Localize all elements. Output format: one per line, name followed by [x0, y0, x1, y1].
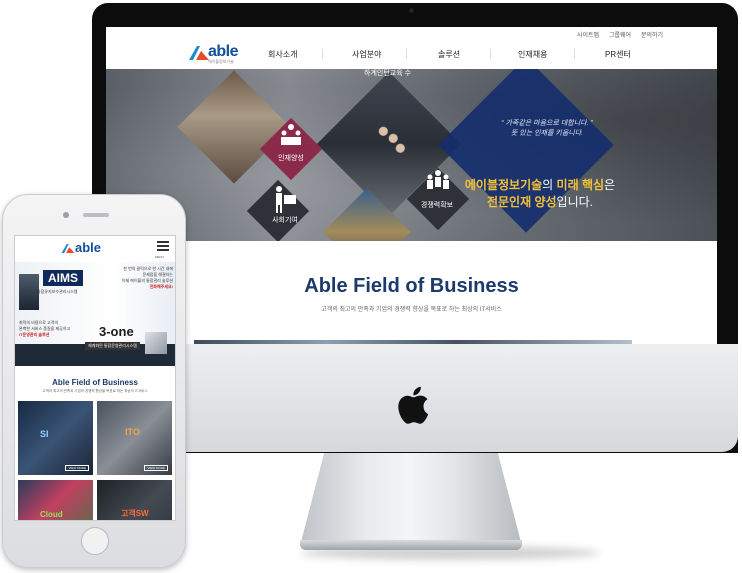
iphone-frame: able MENU AIMS 통합유지보수관리시스템 한 번의 클릭으로 한 시…: [2, 194, 186, 568]
apple-logo-icon: [398, 386, 429, 424]
promo-line-3: 이제 에이블의 통합관리 솔루션: [121, 278, 173, 283]
hero-banner: 하계인턴교육 수 인재양성 사회기여 경쟁력확보 “ 가족같은 마음으로 대합니…: [106, 69, 717, 241]
logo-subtext: 에이블정보기술: [208, 59, 234, 64]
imac-stand: [300, 452, 522, 546]
tile-ito[interactable]: ITO VIEW MORE: [97, 401, 172, 475]
aims-subtitle: 통합유지보수관리시스템: [37, 289, 78, 294]
tile-label: Cloud: [40, 510, 63, 519]
quote-line-2: 뜻 있는 인재를 키웁니다.: [510, 130, 584, 137]
mobile-logo-mark-icon: [61, 244, 75, 253]
business-thumbnails-strip: [194, 340, 632, 344]
banner-left-text: 최적의 비용으로 고객의 완벽한 서비스 품질을 제공하고 IT운영관리 솔루션: [19, 320, 70, 338]
nav-divider: [490, 49, 491, 59]
contribution-label: 사회기여: [272, 217, 298, 224]
people-podium-icon: [281, 124, 301, 145]
banner-sign-text: 하계인턴교육 수: [364, 70, 412, 77]
phone-speaker: [83, 213, 109, 217]
phone-camera: [63, 212, 69, 218]
quote-close-icon: ”: [588, 120, 593, 127]
talent-label: 인재양성: [278, 155, 304, 162]
headline-particle-2: 은: [604, 178, 616, 192]
contact-link[interactable]: 문의하기: [641, 30, 663, 39]
mobile-section-subtitle: 고객의 최고의 만족과 기업의 경쟁력 향상을 목표로 하는 최상의 IT서비스: [42, 389, 148, 393]
main-navigation: able 에이블정보기술 회사소개 사업분야 솔루션 인재채용 PR센터: [106, 41, 717, 69]
nav-solution[interactable]: 솔루션: [438, 49, 460, 60]
nav-about[interactable]: 회사소개: [268, 49, 297, 60]
home-button[interactable]: [81, 527, 109, 555]
view-more-button[interactable]: VIEW MORE: [65, 465, 89, 471]
mobile-header: able MENU: [15, 236, 175, 262]
mobile-banner[interactable]: AIMS 통합유지보수관리시스템 한 번의 클릭으로 한 시간 내에 문제점을 …: [15, 262, 175, 366]
site-logo[interactable]: able 에이블정보기술: [188, 42, 244, 64]
tile-label: SI: [40, 429, 49, 439]
sitemap-link[interactable]: 사이트맵: [577, 30, 599, 39]
section-subtitle: 고객의 최고의 만족과 기업의 경쟁력 향상을 목표로 하는 최상의 IT서비스: [321, 307, 502, 313]
mobile-screen: able MENU AIMS 통합유지보수관리시스템 한 번의 클릭으로 한 시…: [14, 235, 176, 521]
imac-stand-foot: [300, 540, 522, 550]
desktop-screen: 사이트맵 그룹웨어 문의하기 able 에이블정보기술 회사소개 사업분야 솔루…: [106, 27, 717, 344]
view-more-button[interactable]: VIEW MORE: [144, 465, 168, 471]
product-box-image: [145, 332, 167, 354]
section-title: Able Field of Business: [304, 275, 519, 297]
quote-line-1: 가족같은 마음으로 대합니다.: [505, 120, 589, 127]
hero-quote: “ 가족같은 마음으로 대합니다. ” 뜻 있는 인재를 키웁니다.: [482, 119, 612, 139]
tile-customer-sw[interactable]: 고객SW: [97, 480, 172, 520]
utility-bar: 사이트맵 그룹웨어 문의하기: [106, 27, 717, 41]
tile-cloud[interactable]: Cloud: [18, 480, 93, 520]
left-line-2: 완벽한 서비스 품질을 제공하고: [19, 326, 71, 331]
headline-talent: 전문인재 양성: [486, 195, 557, 209]
nav-divider: [574, 49, 575, 59]
threeone-subtitle: 체계화된 통합운영관리시스템: [85, 342, 140, 350]
nav-recruit[interactable]: 인재채용: [518, 49, 547, 60]
banner-promo: 한 번의 클릭으로 한 시간 내에 문제점을 해결하는 이제 에이블의 통합관리…: [115, 266, 173, 290]
tile-label: 고객SW: [121, 509, 149, 518]
tile-si[interactable]: SI VIEW MORE: [18, 401, 93, 475]
imac-camera: [409, 8, 414, 13]
nav-pr-center[interactable]: PR센터: [605, 49, 631, 60]
groupware-link[interactable]: 그룹웨어: [609, 30, 631, 39]
nav-divider: [322, 49, 323, 59]
menu-label: MENU: [155, 255, 164, 259]
logo-mark-icon: [189, 46, 209, 60]
headline-company: 에이블정보기술: [464, 178, 543, 192]
server-image: [19, 274, 39, 310]
left-line-1: 최적의 비용으로 고객의: [19, 320, 59, 325]
promo-highlight: 전화해주세요!: [149, 284, 173, 289]
nav-business[interactable]: 사업분야: [352, 49, 381, 60]
tile-label: ITO: [125, 427, 140, 437]
promo-line-2: 문제점을 해결하는: [142, 272, 173, 277]
headline-core: 미래 핵심: [556, 178, 605, 192]
threeone-logo: 3-one: [99, 324, 134, 339]
left-line-3: IT운영관리 솔루션: [19, 332, 50, 337]
headline-end: 입니다.: [556, 195, 594, 209]
hero-headline: 에이블정보기술의 미래 핵심은 전문인재 양성입니다.: [451, 177, 629, 211]
mobile-logo[interactable]: able: [75, 240, 101, 255]
aims-logo: AIMS: [43, 270, 83, 286]
hamburger-menu-icon[interactable]: [157, 241, 169, 253]
promo-line-1: 한 번의 클릭으로 한 시간 내에: [123, 266, 173, 271]
headline-particle: 의: [542, 178, 557, 192]
mobile-section-title: Able Field of Business: [52, 378, 138, 387]
nav-divider: [406, 49, 407, 59]
